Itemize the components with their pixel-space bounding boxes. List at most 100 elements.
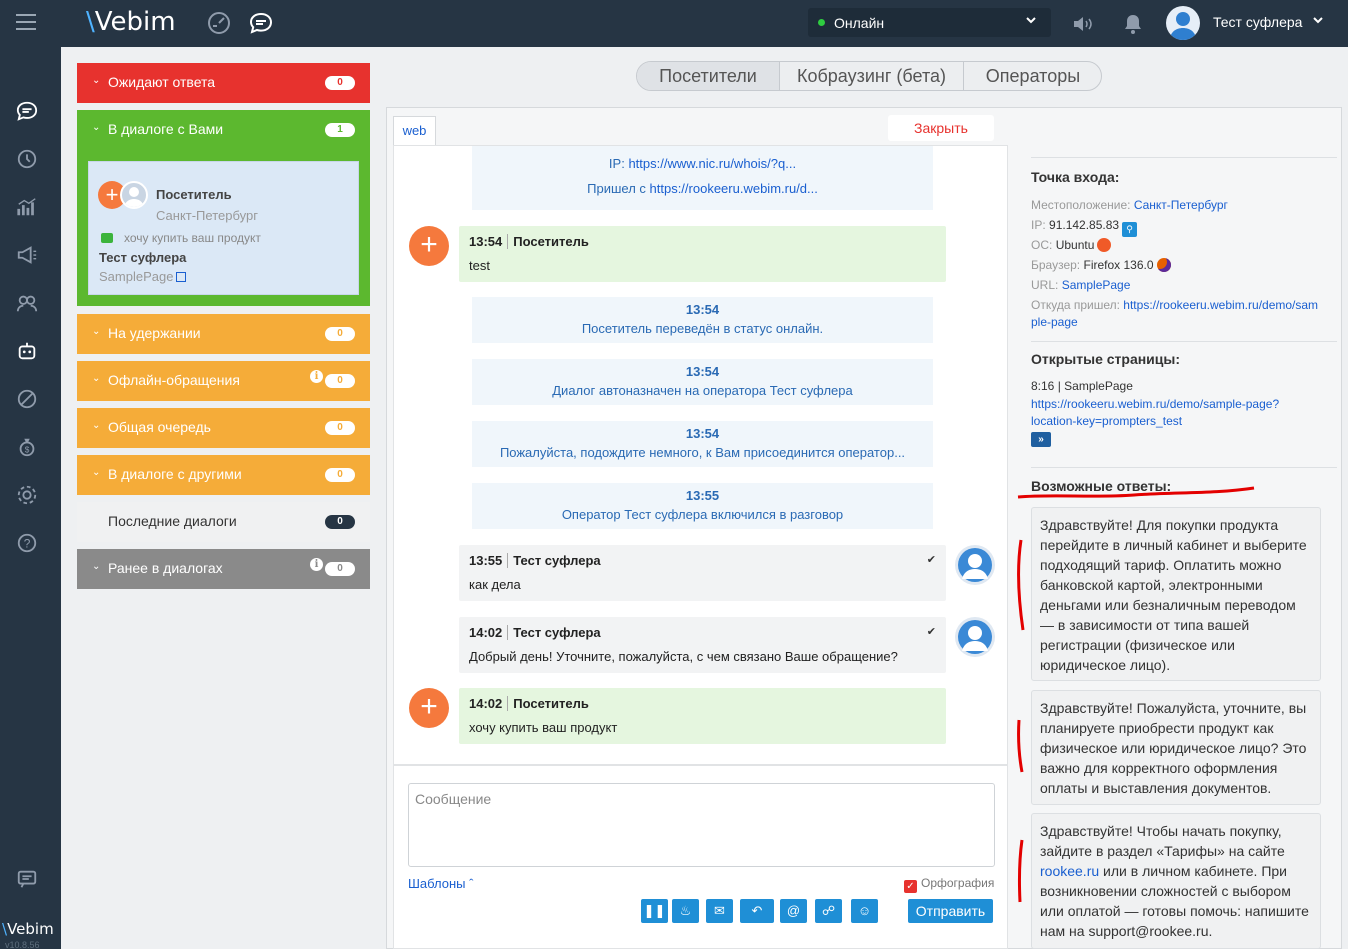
suggested-answer[interactable]: Здравствуйте! Пожалуйста, уточните, вы п… [1031, 690, 1321, 805]
chevron-down-icon: ⌄ [92, 373, 101, 384]
count-badge: 0 [325, 76, 355, 90]
search-icon[interactable]: ⚲ [1122, 222, 1138, 237]
referrer-row-cont: ple-page [1031, 315, 1078, 329]
history-icon[interactable] [16, 148, 38, 170]
count-badge: 0 [325, 562, 355, 576]
group-waiting[interactable]: ⌄ Ожидают ответа 0 [77, 63, 370, 103]
group-earlier[interactable]: ⌄ Ранее в диалогах i 0 [77, 549, 370, 589]
operator-avatar [955, 545, 995, 585]
pause-button[interactable]: ❚❚ [641, 899, 668, 923]
group-with-you[interactable]: ⌄ В диалоге с Вами 1 + Посетитель Санкт-… [77, 110, 370, 306]
red-mark [1017, 839, 1024, 903]
location-row: Местоположение: Санкт-Петербург [1031, 198, 1228, 212]
tab-cobrowsing[interactable]: Кобраузинг (бета) [780, 62, 963, 90]
url-link[interactable]: SamplePage [1062, 278, 1131, 292]
menu-icon[interactable] [16, 14, 36, 32]
templates-toggle[interactable]: Шаблоны ˆ [408, 876, 473, 891]
last-message: хочу купить ваш продукт [124, 231, 261, 245]
referrer-link[interactable]: https://rookeeru.webim.ru/d... [650, 181, 818, 196]
group-label: Офлайн-обращения [108, 372, 240, 388]
dialog-card[interactable]: + Посетитель Санкт-Петербург хочу купить… [88, 161, 359, 295]
group-recent[interactable]: Последние диалоги 0 [77, 502, 370, 542]
ip-link[interactable]: https://www.nic.ru/whois/?q... [628, 156, 796, 171]
group-on-hold[interactable]: ⌄ На удержании 0 [77, 314, 370, 354]
os-row: ОС: Ubuntu [1031, 238, 1112, 252]
referrer-link-cont[interactable]: ple-page [1031, 315, 1078, 329]
send-button[interactable]: Отправить [908, 899, 993, 923]
emoji-button[interactable]: ☺ [851, 899, 878, 923]
group-label: Общая очередь [108, 419, 211, 435]
divider [1031, 467, 1337, 468]
operator-name: Тест суфлера [99, 250, 187, 265]
ubuntu-icon [1097, 238, 1112, 252]
status-label: Онлайн [834, 15, 885, 31]
message-bubble: 14:02 Посетитель хочу купить ваш продукт [459, 688, 946, 744]
help-icon[interactable]: ? [16, 532, 38, 554]
count-badge: 1 [325, 123, 355, 137]
chevron-down-icon: ⌄ [92, 561, 101, 572]
suggested-answer[interactable]: Здравствуйте! Для покупки продукта перей… [1031, 507, 1321, 681]
section-tabs: Посетители Кобраузинг (бета) Операторы [636, 61, 1102, 91]
redirect-button[interactable]: ↶ [740, 899, 774, 923]
chevron-down-icon: ⌄ [92, 467, 101, 478]
channel-tab-web[interactable]: web [393, 116, 436, 146]
chevron-down-icon: ⌄ [92, 326, 101, 337]
logo[interactable]: \Vebim [86, 7, 176, 37]
settings-icon[interactable] [16, 484, 38, 506]
top-bar: \Vebim Онлайн Тест суфлера [0, 0, 1348, 47]
page-name: SamplePage [99, 269, 187, 284]
group-label: В диалоге с другими [108, 466, 242, 482]
count-badge: 0 [325, 515, 355, 529]
count-badge: 0 [325, 327, 355, 341]
spellcheck-checkbox[interactable]: ✓ Орфография [904, 876, 994, 893]
megaphone-icon[interactable] [16, 244, 38, 266]
visitor-name: Посетитель [156, 187, 232, 202]
group-queue[interactable]: ⌄ Общая очередь 0 [77, 408, 370, 448]
external-link-icon[interactable] [176, 272, 187, 282]
red-underline-mark [1017, 486, 1255, 499]
message-input[interactable] [408, 783, 995, 867]
more-pages-button[interactable]: » [1031, 432, 1051, 447]
system-message: 13:54 Посетитель переведён в статус онла… [472, 297, 933, 343]
left-rail: $ ? \Vebim v10.8.56 [0, 47, 61, 949]
chat-messages: IP: https://www.nic.ru/whois/?q... Прише… [393, 145, 1008, 765]
ip-line: IP: https://www.nic.ru/whois/?q... [608, 156, 797, 171]
divider [1031, 157, 1337, 158]
group-offline[interactable]: ⌄ Офлайн-обращения i 0 [77, 361, 370, 401]
dialogs-icon[interactable] [16, 100, 38, 122]
mention-button[interactable]: @ [780, 899, 807, 923]
avatar [1166, 6, 1200, 40]
referrer-link[interactable]: https://rookeeru.webim.ru/demo/sam [1123, 298, 1318, 312]
read-check-icon: ✔ [926, 626, 936, 638]
operators-icon[interactable] [16, 292, 38, 314]
sound-icon[interactable] [1071, 12, 1095, 36]
bell-icon[interactable] [1121, 12, 1145, 36]
ban-icon[interactable] [16, 388, 38, 410]
group-label: Последние диалоги [108, 513, 237, 529]
email-button[interactable]: ✉ [706, 899, 733, 923]
bot-icon[interactable] [16, 340, 38, 362]
close-button[interactable]: Закрыть [888, 115, 994, 141]
tag-button[interactable]: ♨ [672, 899, 699, 923]
red-mark [1017, 539, 1025, 631]
info-icon[interactable]: i [310, 558, 323, 571]
group-with-others[interactable]: ⌄ В диалоге с другими 0 [77, 455, 370, 495]
billing-icon[interactable]: $ [16, 436, 38, 458]
attach-button[interactable]: ☍ [815, 899, 842, 923]
suggested-answer[interactable]: Здравствуйте! Чтобы начать покупку, зайд… [1031, 813, 1321, 949]
chat-icon[interactable] [249, 11, 273, 35]
tab-visitors[interactable]: Посетители [637, 62, 779, 90]
feedback-icon[interactable] [16, 868, 38, 890]
status-dropdown[interactable]: Онлайн [808, 8, 1051, 37]
answer-link[interactable]: rookee.ru [1040, 863, 1099, 879]
checkbox-checked-icon: ✓ [904, 880, 917, 893]
info-icon[interactable]: i [310, 370, 323, 383]
open-page-link[interactable]: https://rookeeru.webim.ru/demo/sample-pa… [1031, 396, 1331, 430]
divider [1031, 341, 1337, 342]
chevron-down-icon [1313, 17, 1323, 24]
operator-avatar [955, 617, 995, 657]
tab-operators[interactable]: Операторы [964, 62, 1101, 90]
speedometer-icon[interactable] [207, 11, 231, 35]
group-label: Ожидают ответа [108, 74, 216, 90]
stats-icon[interactable] [16, 196, 38, 218]
